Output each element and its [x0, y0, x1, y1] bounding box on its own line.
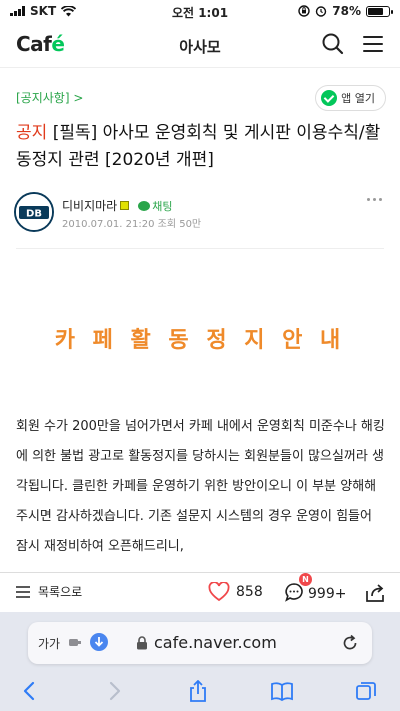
battery-icon — [366, 5, 393, 17]
post-body: 회원 수가 200만을 넘어가면서 카페 내에서 운영회칙 미준수나 해킹에 의… — [16, 419, 385, 554]
address-bar[interactable]: 가가 cafe.naver.com — [28, 622, 372, 664]
notice-tag: 공지 — [16, 123, 48, 143]
reload-icon[interactable] — [340, 633, 360, 653]
text-size-button[interactable]: 가가 — [38, 635, 60, 652]
back-arrow-icon[interactable] — [18, 680, 42, 702]
battery-percent: 78% — [332, 4, 361, 18]
browser-toolbar — [0, 676, 400, 706]
list-icon — [16, 585, 30, 598]
comment-button[interactable]: N 999+ — [284, 573, 347, 606]
status-bar: SKT 오전 1:01 78% — [0, 0, 400, 22]
heart-icon — [208, 582, 230, 602]
post-meta: 2010.07.01. 21:20 조회 50만 — [62, 215, 201, 230]
extension-icon[interactable] — [68, 635, 82, 649]
chat-bubble-icon — [138, 200, 151, 211]
hamburger-menu-icon[interactable] — [360, 31, 386, 57]
divider — [16, 248, 384, 249]
comment-count: 999+ — [308, 586, 347, 602]
post-date: 2010.07.01. 21:20 — [62, 219, 155, 230]
share-icon[interactable] — [364, 582, 386, 604]
search-icon[interactable] — [320, 31, 346, 57]
orientation-lock-icon — [298, 5, 310, 17]
app-header: Café 아사모 — [0, 22, 400, 68]
open-app-label: 앱 열기 — [341, 92, 375, 105]
board-breadcrumb[interactable]: [공지사항] > — [16, 89, 83, 106]
view-count: 조회 50만 — [157, 219, 202, 230]
check-icon — [321, 90, 338, 106]
alarm-icon — [316, 6, 327, 17]
tabs-icon[interactable] — [354, 680, 378, 702]
content-heading: 카 페 활 동 정 지 안 내 — [54, 328, 346, 353]
article-toolbar: 목록으로 858 N 999+ — [0, 572, 400, 612]
member-grade-icon — [120, 201, 130, 210]
open-app-button[interactable]: 앱 열기 — [315, 85, 386, 111]
comment-icon — [285, 583, 303, 602]
like-count: 858 — [236, 584, 263, 600]
url-text: cafe.naver.com — [154, 633, 277, 652]
post-title: 공지 [필독] 아사모 운영회칙 및 게시판 이용수칙/활동정지 관련 [202… — [16, 123, 381, 170]
forward-arrow-icon[interactable] — [102, 680, 126, 702]
author-name[interactable]: 디비지마라 — [62, 197, 117, 214]
browser-chrome: 가가 cafe.naver.com — [0, 612, 400, 711]
download-icon[interactable] — [90, 633, 108, 651]
more-options-icon[interactable] — [367, 198, 382, 201]
chat-button[interactable]: 채팅 — [138, 198, 172, 214]
share-sheet-icon[interactable] — [186, 680, 210, 702]
author-line: 디비지마라 채팅 — [62, 197, 172, 214]
back-to-list-button[interactable]: 목록으로 — [14, 583, 82, 600]
lock-icon — [137, 636, 147, 650]
author-avatar[interactable]: DB — [14, 192, 54, 232]
like-button[interactable]: 858 — [208, 582, 263, 602]
avatar-text: DB — [26, 209, 42, 220]
new-comment-badge: N — [299, 573, 312, 586]
bookmarks-icon[interactable] — [270, 680, 294, 702]
